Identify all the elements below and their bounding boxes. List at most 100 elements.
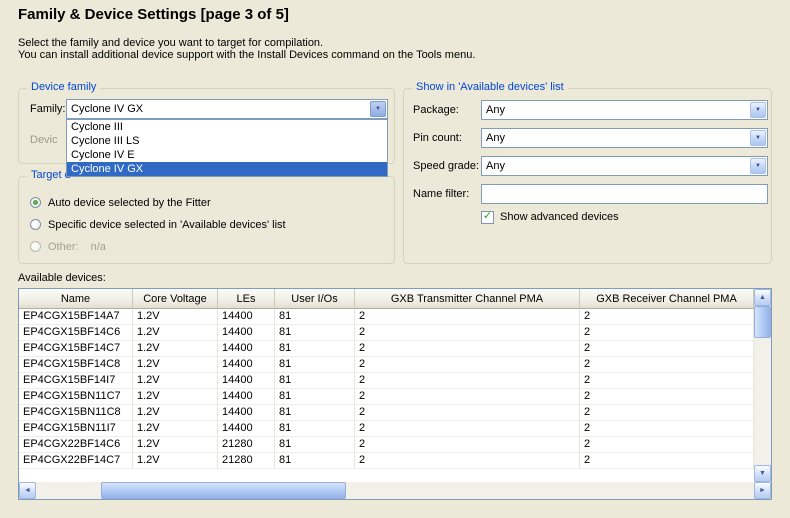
- device-cell: 2: [580, 325, 754, 341]
- device-row[interactable]: EP4CGX15BN11C71.2V144008122: [19, 389, 754, 405]
- device-cell: 2: [355, 405, 580, 421]
- device-cell: 14400: [218, 309, 275, 325]
- column-header-les[interactable]: LEs: [218, 289, 275, 309]
- scroll-up-button[interactable]: ▲: [754, 289, 771, 306]
- other-radio-label: Other:: [48, 241, 79, 253]
- specific-device-radio-label: Specific device selected in 'Available d…: [48, 219, 286, 231]
- device-row[interactable]: EP4CGX15BF14C71.2V144008122: [19, 341, 754, 357]
- device-cell: 81: [275, 437, 355, 453]
- column-header-gxb-receiver[interactable]: GXB Receiver Channel PMA: [580, 289, 754, 309]
- device-row[interactable]: EP4CGX15BF14C81.2V144008122: [19, 357, 754, 373]
- device-cell: 2: [580, 373, 754, 389]
- package-combobox-dropdown-button[interactable]: ▼: [750, 102, 766, 118]
- scroll-left-button[interactable]: ◄: [19, 482, 36, 499]
- show-advanced-checkbox[interactable]: ✓: [481, 211, 494, 224]
- scroll-right-button[interactable]: ►: [754, 482, 771, 499]
- other-radio: [30, 241, 41, 252]
- description-line-1: Select the family and device you want to…: [18, 37, 323, 49]
- family-combobox-dropdown-button[interactable]: ▼: [370, 101, 386, 117]
- device-cell: 81: [275, 325, 355, 341]
- device-cell: 81: [275, 421, 355, 437]
- pin-count-combobox[interactable]: Any ▼: [481, 128, 768, 148]
- horizontal-scrollbar[interactable]: ◄ ►: [19, 482, 771, 499]
- pin-count-label: Pin count:: [413, 132, 462, 144]
- specific-device-radio[interactable]: [30, 219, 41, 230]
- auto-device-radio[interactable]: [30, 197, 41, 208]
- column-header-user-ios[interactable]: User I/Os: [275, 289, 355, 309]
- device-cell: 2: [580, 389, 754, 405]
- chevron-down-icon: ▼: [755, 135, 761, 141]
- radio-row-specific-device[interactable]: Specific device selected in 'Available d…: [30, 218, 286, 231]
- device-cell: 14400: [218, 421, 275, 437]
- pin-count-combobox-dropdown-button[interactable]: ▼: [750, 130, 766, 146]
- device-cell: 2: [580, 357, 754, 373]
- device-row[interactable]: EP4CGX15BN11I71.2V144008122: [19, 421, 754, 437]
- available-devices-table: Name Core Voltage LEs User I/Os GXB Tran…: [18, 288, 772, 500]
- vertical-scroll-thumb[interactable]: [754, 306, 771, 338]
- device-cell: 2: [355, 341, 580, 357]
- show-advanced-row[interactable]: ✓ Show advanced devices: [481, 210, 619, 224]
- family-dropdown-option[interactable]: Cyclone III: [67, 120, 387, 134]
- table-header-row: Name Core Voltage LEs User I/Os GXB Tran…: [19, 289, 754, 309]
- device-label: Devic: [30, 134, 58, 146]
- device-cell: EP4CGX15BN11C8: [19, 405, 133, 421]
- device-cell: 21280: [218, 453, 275, 469]
- device-cell: EP4CGX15BF14A7: [19, 309, 133, 325]
- device-cell: 1.2V: [133, 421, 218, 437]
- chevron-down-icon: ▼: [755, 163, 761, 169]
- device-cell: 81: [275, 405, 355, 421]
- column-header-gxb-transmitter[interactable]: GXB Transmitter Channel PMA: [355, 289, 580, 309]
- device-cell: 14400: [218, 389, 275, 405]
- vertical-scrollbar[interactable]: ▲ ▼: [754, 289, 771, 482]
- family-combobox[interactable]: Cyclone IV GX ▼: [66, 99, 388, 119]
- speed-grade-combobox[interactable]: Any ▼: [481, 156, 768, 176]
- device-row[interactable]: EP4CGX22BF14C71.2V212808122: [19, 453, 754, 469]
- device-cell: EP4CGX22BF14C7: [19, 453, 133, 469]
- check-icon: ✓: [483, 211, 492, 222]
- device-cell: 2: [355, 389, 580, 405]
- device-cell: 14400: [218, 405, 275, 421]
- horizontal-scroll-thumb[interactable]: [101, 482, 346, 499]
- device-cell: EP4CGX15BF14C7: [19, 341, 133, 357]
- arrow-up-icon: ▲: [759, 294, 766, 301]
- page-title: Family & Device Settings [page 3 of 5]: [18, 6, 289, 23]
- radio-row-auto-device[interactable]: Auto device selected by the Fitter: [30, 196, 211, 209]
- pin-count-combobox-value: Any: [486, 132, 505, 145]
- show-advanced-label: Show advanced devices: [500, 211, 619, 223]
- column-header-core-voltage[interactable]: Core Voltage: [133, 289, 218, 309]
- name-filter-input[interactable]: [481, 184, 768, 204]
- device-row[interactable]: EP4CGX22BF14C61.2V212808122: [19, 437, 754, 453]
- speed-grade-label: Speed grade:: [413, 160, 479, 172]
- device-cell: 2: [580, 405, 754, 421]
- device-row[interactable]: EP4CGX15BN11C81.2V144008122: [19, 405, 754, 421]
- device-cell: 81: [275, 389, 355, 405]
- device-row[interactable]: EP4CGX15BF14C61.2V144008122: [19, 325, 754, 341]
- package-combobox[interactable]: Any ▼: [481, 100, 768, 120]
- device-cell: 14400: [218, 341, 275, 357]
- arrow-down-icon: ▼: [759, 470, 766, 477]
- device-cell: 81: [275, 309, 355, 325]
- device-cell: 14400: [218, 373, 275, 389]
- device-table-body: EP4CGX15BF14A71.2V144008122EP4CGX15BF14C…: [19, 309, 754, 469]
- device-cell: 1.2V: [133, 453, 218, 469]
- device-cell: 1.2V: [133, 309, 218, 325]
- family-dropdown-option[interactable]: Cyclone IV E: [67, 148, 387, 162]
- device-cell: 14400: [218, 325, 275, 341]
- column-header-name[interactable]: Name: [19, 289, 133, 309]
- device-cell: 1.2V: [133, 405, 218, 421]
- device-cell: 2: [355, 437, 580, 453]
- speed-grade-combobox-dropdown-button[interactable]: ▼: [750, 158, 766, 174]
- device-row[interactable]: EP4CGX15BF14A71.2V144008122: [19, 309, 754, 325]
- family-dropdown[interactable]: Cyclone IIICyclone III LSCyclone IV ECyc…: [66, 119, 388, 177]
- package-combobox-value: Any: [486, 104, 505, 117]
- other-radio-value: n/a: [91, 241, 106, 253]
- family-dropdown-option[interactable]: Cyclone IV GX: [67, 162, 387, 176]
- chevron-down-icon: ▼: [755, 107, 761, 113]
- device-cell: 2: [580, 437, 754, 453]
- device-cell: 1.2V: [133, 341, 218, 357]
- arrow-left-icon: ◄: [24, 487, 31, 494]
- scroll-down-button[interactable]: ▼: [754, 465, 771, 482]
- device-cell: 81: [275, 357, 355, 373]
- family-dropdown-option[interactable]: Cyclone III LS: [67, 134, 387, 148]
- device-row[interactable]: EP4CGX15BF14I71.2V144008122: [19, 373, 754, 389]
